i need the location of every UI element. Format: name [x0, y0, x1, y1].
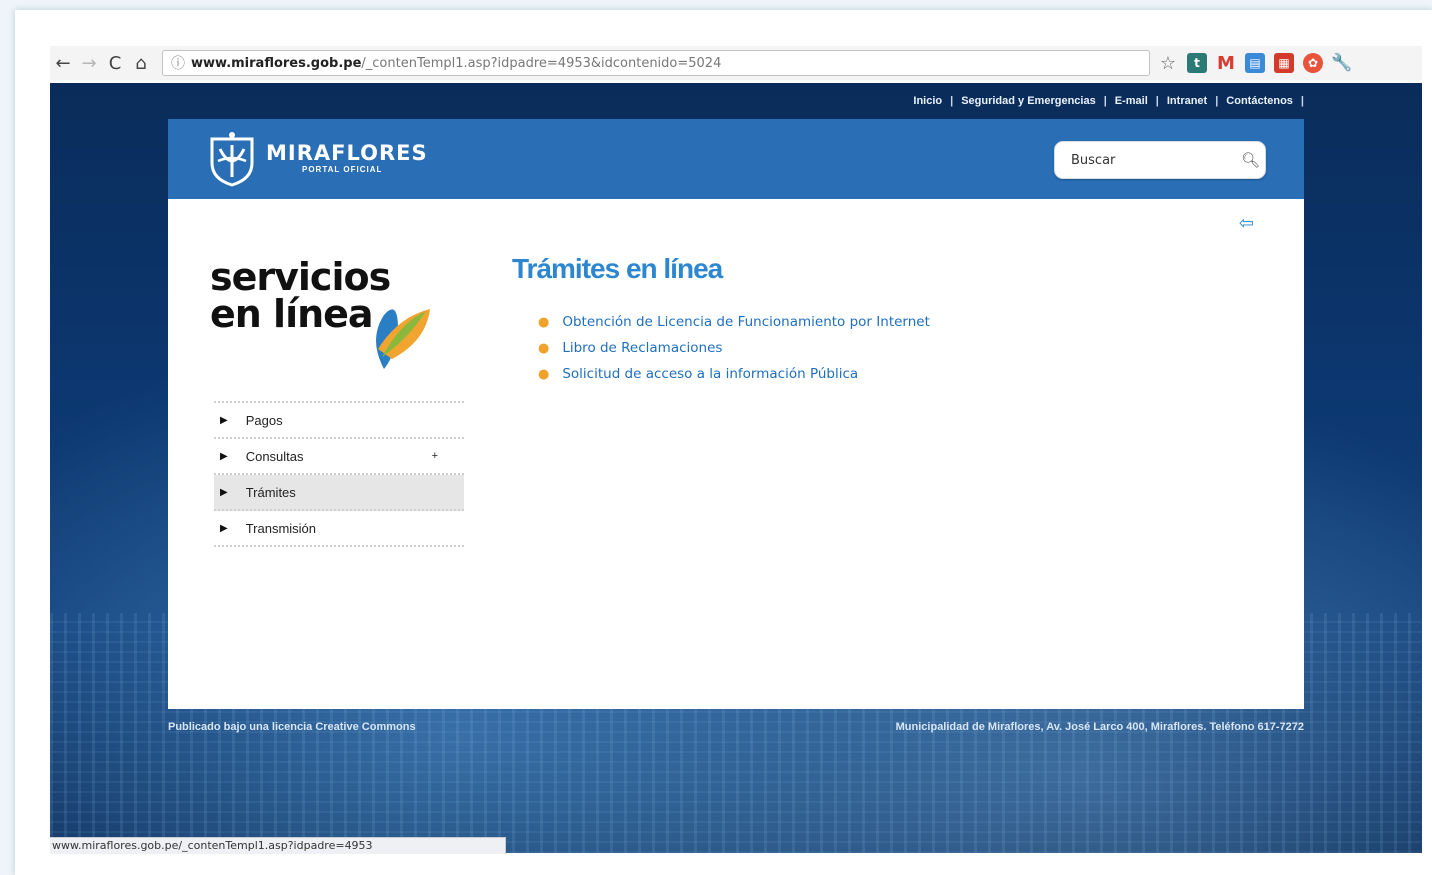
content-panel: ⇦ servicios en línea ▶ Pagos ▶ Consultas…: [168, 199, 1304, 709]
site-logo[interactable]: MIRAFLORES PORTAL OFICIAL: [206, 129, 428, 187]
bullet-icon: ●: [538, 366, 550, 382]
calendar-icon[interactable]: ▦: [1274, 53, 1294, 73]
search-box: 🔍︎: [1054, 141, 1266, 179]
triangle-right-icon: ▶: [220, 414, 228, 426]
footer-license[interactable]: Publicado bajo una licencia Creative Com…: [168, 721, 416, 733]
menu-item-consultas[interactable]: ▶ Consultas +: [214, 439, 464, 475]
reload-icon[interactable]: C: [102, 53, 128, 74]
menu-item-label: Trámites: [245, 484, 296, 500]
brand-line-2: en línea: [210, 292, 374, 336]
brand-line-1: servicios: [210, 255, 391, 299]
star-icon[interactable]: ☆: [1158, 53, 1178, 74]
url-path: /_contenTempl1.asp?idpadre=4953&idconten…: [361, 55, 722, 71]
list-item: ● Solicitud de acceso a la información P…: [538, 361, 930, 387]
topnav-email[interactable]: E-mail: [1107, 95, 1156, 107]
link-acceso-informacion[interactable]: Solicitud de acceso a la información Púb…: [562, 366, 858, 382]
triangle-right-icon: ▶: [220, 450, 228, 462]
link-licencia-funcionamiento[interactable]: Obtención de Licencia de Funcionamiento …: [562, 314, 930, 330]
extension-icons: ☆ t M ▤ ▦ ✿ 🔧: [1158, 53, 1353, 74]
list-item: ● Obtención de Licencia de Funcionamient…: [538, 309, 930, 335]
triangle-right-icon: ▶: [220, 486, 228, 498]
home-icon[interactable]: ⌂: [128, 53, 154, 74]
list-item: ● Libro de Reclamaciones: [538, 335, 930, 361]
menu-item-transmision[interactable]: ▶ Transmisión: [214, 511, 464, 547]
menu-item-label: Transmisión: [245, 520, 317, 536]
topnav-seguridad[interactable]: Seguridad y Emergencias: [953, 95, 1104, 107]
search-input[interactable]: [1071, 152, 1241, 168]
teal-extension-icon[interactable]: t: [1187, 53, 1207, 73]
logo-name: MIRAFLORES: [266, 140, 428, 165]
red-extension-icon[interactable]: ✿: [1303, 53, 1323, 73]
menu-item-pagos[interactable]: ▶ Pagos: [214, 403, 464, 439]
topnav-inicio[interactable]: Inicio: [905, 95, 950, 107]
link-libro-reclamaciones[interactable]: Libro de Reclamaciones: [562, 340, 722, 356]
topnav-contactenos[interactable]: Contáctenos: [1218, 95, 1301, 107]
status-bar-url: www.miraflores.gob.pe/_contenTempl1.asp?…: [50, 837, 506, 854]
top-navigation: Inicio | Seguridad y Emergencias | E-mail |…: [905, 95, 1304, 107]
logo-subtitle: PORTAL OFICIAL: [302, 164, 383, 174]
bullet-icon: ●: [538, 314, 550, 330]
side-menu: ▶ Pagos ▶ Consultas + ▶ Trámites ▶ Trans…: [214, 401, 464, 547]
gmail-icon[interactable]: M: [1216, 53, 1236, 74]
expand-plus-icon[interactable]: +: [432, 450, 438, 462]
menu-item-label: Pagos: [245, 412, 283, 428]
back-arrow-icon[interactable]: ⇦: [1239, 213, 1254, 234]
bullet-icon: ●: [538, 340, 550, 356]
footer-address: Municipalidad de Miraflores, Av. José La…: [895, 721, 1304, 733]
topnav-intranet[interactable]: Intranet: [1159, 95, 1215, 107]
servicios-en-linea-logo: servicios en línea: [210, 255, 391, 336]
tramites-link-list: ● Obtención de Licencia de Funcionamient…: [538, 309, 930, 387]
address-bar[interactable]: ⓘ www.miraflores.gob.pe /_contenTempl1.a…: [162, 50, 1150, 76]
menu-item-label: Consultas: [245, 448, 304, 464]
back-arrow-icon[interactable]: ←: [50, 53, 76, 74]
browser-toolbar: ← → C ⌂ ⓘ www.miraflores.gob.pe /_conten…: [50, 46, 1422, 80]
url-host: www.miraflores.gob.pe: [191, 55, 362, 71]
forward-arrow-icon[interactable]: →: [76, 53, 102, 74]
page-info-icon[interactable]: ⓘ: [171, 53, 185, 73]
miraflores-emblem-icon: [210, 132, 254, 187]
header-banner: MIRAFLORES PORTAL OFICIAL 🔍︎: [168, 119, 1304, 199]
leaf-icon: [376, 309, 430, 369]
wrench-icon[interactable]: 🔧: [1331, 53, 1352, 73]
menu-item-tramites[interactable]: ▶ Trámites: [214, 475, 464, 511]
page-title: Trámites en línea: [512, 253, 723, 284]
search-icon[interactable]: 🔍︎: [1241, 151, 1260, 169]
website-viewport: Inicio | Seguridad y Emergencias | E-mail |…: [50, 83, 1422, 853]
docs-icon[interactable]: ▤: [1245, 53, 1265, 73]
triangle-right-icon: ▶: [220, 522, 228, 534]
